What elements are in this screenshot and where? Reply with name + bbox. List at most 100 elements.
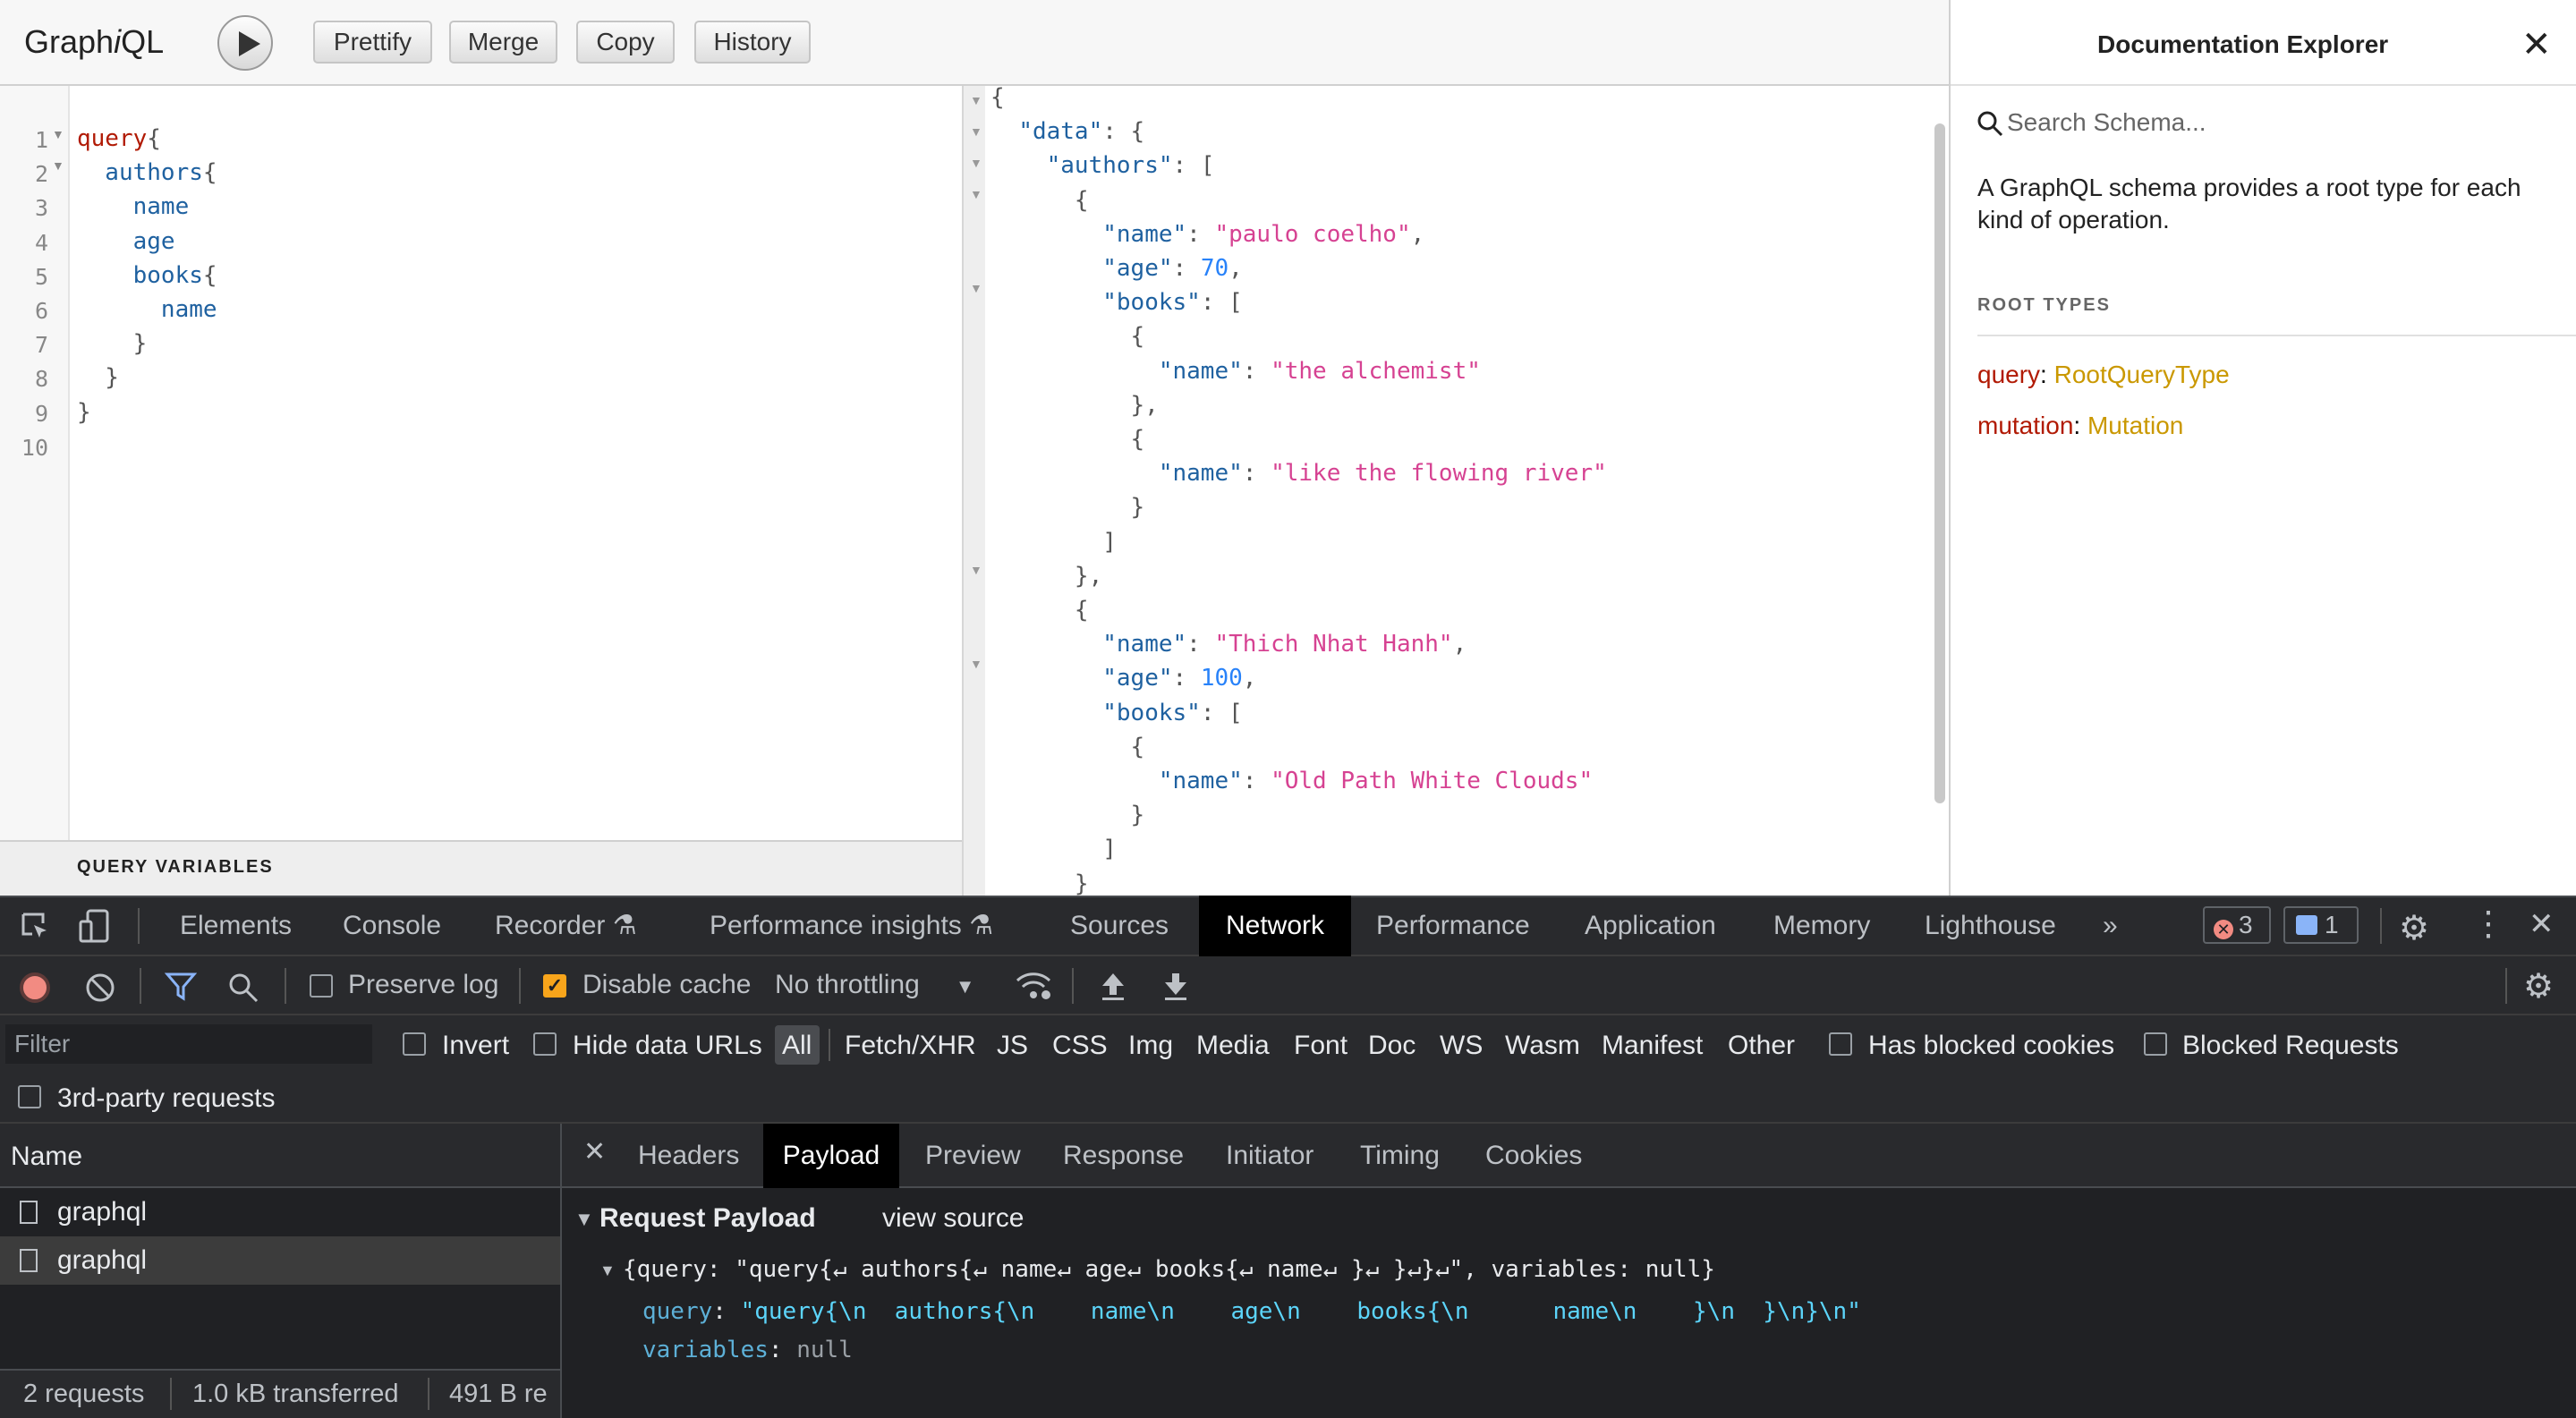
error-count-badge[interactable]: ✕ 3 bbox=[2203, 906, 2271, 944]
line-number: 3 bbox=[34, 195, 48, 222]
message-count-badge[interactable]: 1 bbox=[2283, 906, 2359, 944]
filter-type-other[interactable]: Other bbox=[1728, 1031, 1795, 1061]
expand-arrow-icon[interactable]: ▼ bbox=[599, 1261, 616, 1280]
tab-console[interactable]: Console bbox=[343, 896, 441, 956]
inspect-element-icon[interactable] bbox=[20, 911, 52, 947]
tab-response[interactable]: Response bbox=[1063, 1124, 1184, 1188]
root-types-label: ROOT TYPES bbox=[1977, 295, 2111, 315]
view-source-link[interactable]: view source bbox=[882, 1203, 1024, 1234]
fold-arrow-icon[interactable]: ▼ bbox=[970, 187, 982, 201]
root-type-link[interactable]: RootQueryType bbox=[2054, 361, 2230, 388]
filter-type-ws[interactable]: WS bbox=[1440, 1031, 1483, 1061]
code-line: { bbox=[990, 597, 1089, 624]
third-party-checkbox[interactable] bbox=[18, 1085, 41, 1108]
close-icon[interactable]: ✕ bbox=[2529, 906, 2555, 942]
throttling-select[interactable]: No throttling ▼ bbox=[775, 970, 975, 1000]
schema-search-input[interactable] bbox=[2005, 104, 2546, 141]
tab-lighthouse[interactable]: Lighthouse bbox=[1925, 896, 2056, 956]
code-token: books bbox=[77, 261, 203, 289]
filter-type-font[interactable]: Font bbox=[1294, 1031, 1348, 1061]
divider bbox=[170, 1378, 172, 1410]
filter-type-manifest[interactable]: Manifest bbox=[1602, 1031, 1703, 1061]
search-icon[interactable] bbox=[227, 972, 259, 1008]
tab-headers[interactable]: Headers bbox=[638, 1124, 739, 1188]
query-variables-label[interactable]: QUERY VARIABLES bbox=[77, 857, 274, 878]
filter-type-img[interactable]: Img bbox=[1128, 1031, 1173, 1061]
payload-key: query bbox=[642, 1298, 713, 1325]
code-token: "name" bbox=[1158, 357, 1243, 385]
divider bbox=[1072, 968, 1074, 1004]
execute-query-button[interactable] bbox=[217, 15, 273, 71]
preserve-log-checkbox[interactable] bbox=[310, 974, 333, 998]
code-token: "name" bbox=[1158, 768, 1243, 794]
tab-payload[interactable]: Payload bbox=[763, 1124, 899, 1188]
network-settings-icon[interactable]: ⚙ bbox=[2523, 966, 2554, 1006]
tab-initiator[interactable]: Initiator bbox=[1226, 1124, 1314, 1188]
settings-icon[interactable]: ⚙ bbox=[2399, 908, 2429, 948]
fold-arrow-icon[interactable]: ▼ bbox=[52, 127, 64, 141]
invert-checkbox[interactable] bbox=[403, 1032, 426, 1056]
tab-recorder[interactable]: Recorder ⚗ bbox=[495, 896, 637, 956]
result-scrollbar[interactable] bbox=[1934, 123, 1945, 803]
root-type-link[interactable]: Mutation bbox=[2087, 412, 2183, 439]
name-column-header[interactable]: Name bbox=[11, 1142, 82, 1172]
tab-performance-insights[interactable]: Performance insights ⚗ bbox=[710, 896, 993, 956]
copy-button[interactable]: Copy bbox=[576, 21, 675, 64]
request-row[interactable]: graphql bbox=[0, 1188, 560, 1236]
hide-data-urls-checkbox[interactable] bbox=[533, 1032, 557, 1056]
fold-arrow-icon[interactable]: ▼ bbox=[970, 124, 982, 139]
export-har-icon[interactable] bbox=[1161, 970, 1190, 1006]
fold-arrow-icon[interactable]: ▼ bbox=[970, 156, 982, 170]
kebab-menu-icon[interactable]: ⋮ bbox=[2471, 904, 2505, 944]
fold-arrow-icon[interactable]: ▼ bbox=[970, 93, 982, 107]
tab-cookies[interactable]: Cookies bbox=[1485, 1124, 1582, 1188]
filter-type-js[interactable]: JS bbox=[997, 1031, 1028, 1061]
tab-elements[interactable]: Elements bbox=[180, 896, 292, 956]
fold-arrow-icon[interactable]: ▼ bbox=[970, 281, 982, 295]
request-row[interactable]: graphql bbox=[0, 1236, 560, 1285]
code-line: { bbox=[990, 426, 1145, 453]
code-line: } bbox=[990, 870, 1089, 897]
tab-preview[interactable]: Preview bbox=[925, 1124, 1021, 1188]
tab-performance[interactable]: Performance bbox=[1376, 896, 1530, 956]
merge-button[interactable]: Merge bbox=[449, 21, 557, 64]
disable-cache-checkbox[interactable]: ✓ bbox=[543, 974, 566, 998]
code-line: "books": [ bbox=[990, 700, 1243, 726]
has-blocked-cookies-checkbox[interactable] bbox=[1829, 1032, 1852, 1056]
import-har-icon[interactable] bbox=[1099, 970, 1127, 1006]
fold-arrow-icon[interactable]: ▼ bbox=[970, 657, 982, 671]
fold-arrow-icon[interactable]: ▼ bbox=[970, 563, 982, 577]
record-icon[interactable] bbox=[20, 972, 50, 1003]
code-token: } bbox=[77, 330, 148, 358]
filter-type-css[interactable]: CSS bbox=[1052, 1031, 1108, 1061]
tab-label: Recorder bbox=[495, 911, 606, 940]
clear-icon[interactable] bbox=[84, 972, 116, 1008]
blocked-requests-checkbox[interactable] bbox=[2144, 1032, 2167, 1056]
filter-type-wasm[interactable]: Wasm bbox=[1505, 1031, 1580, 1061]
device-toolbar-icon[interactable] bbox=[79, 909, 111, 947]
filter-type-media[interactable]: Media bbox=[1196, 1031, 1270, 1061]
filter-type-all[interactable]: All bbox=[782, 1031, 812, 1061]
close-icon[interactable]: ✕ bbox=[583, 1136, 606, 1168]
tab-application[interactable]: Application bbox=[1585, 896, 1716, 956]
fold-arrow-icon[interactable]: ▼ bbox=[52, 158, 64, 173]
request-payload-title[interactable]: Request Payload bbox=[599, 1203, 816, 1234]
code-line: } bbox=[77, 399, 91, 426]
editor-result-divider[interactable] bbox=[962, 86, 987, 896]
filter-icon[interactable] bbox=[164, 972, 198, 1006]
tab-timing[interactable]: Timing bbox=[1360, 1124, 1440, 1188]
prettify-button[interactable]: Prettify bbox=[313, 21, 432, 64]
tab-network[interactable]: Network bbox=[1199, 896, 1351, 956]
filter-type-doc[interactable]: Doc bbox=[1368, 1031, 1416, 1061]
filter-input[interactable] bbox=[5, 1024, 372, 1064]
history-button[interactable]: History bbox=[694, 21, 811, 64]
collapse-arrow-icon[interactable]: ▼ bbox=[574, 1208, 594, 1231]
more-tabs-button[interactable]: » bbox=[2103, 896, 2118, 956]
tab-sources[interactable]: Sources bbox=[1070, 896, 1169, 956]
filter-type-fetch-xhr[interactable]: Fetch/XHR bbox=[845, 1031, 976, 1061]
close-icon[interactable]: ✕ bbox=[2521, 27, 2552, 63]
tab-memory[interactable]: Memory bbox=[1773, 896, 1870, 956]
network-conditions-icon[interactable] bbox=[1015, 970, 1052, 1006]
